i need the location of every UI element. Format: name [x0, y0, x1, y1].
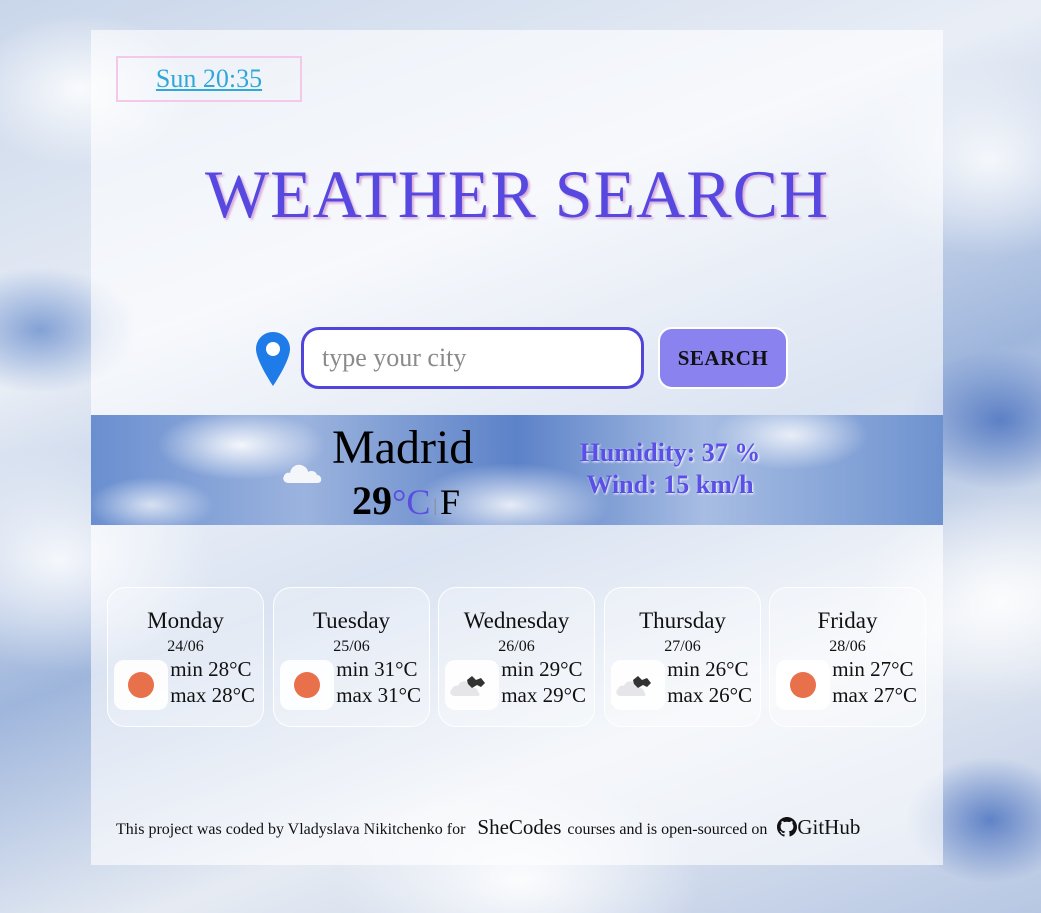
datetime-link[interactable]: Sun 20:35	[156, 64, 262, 94]
broken-clouds-icon	[450, 676, 485, 696]
fahrenheit-link[interactable]: F	[440, 482, 460, 522]
forecast-max: max 26°C	[667, 683, 752, 707]
forecast-icon-box	[280, 660, 334, 710]
city-name: Madrid	[332, 421, 474, 474]
forecast-icon-box	[776, 660, 830, 710]
github-icon	[777, 817, 798, 837]
celsius-link[interactable]: °C	[392, 482, 430, 522]
forecast-max: max 29°C	[501, 683, 586, 707]
sun-icon	[790, 672, 816, 698]
forecast-day-name: Tuesday	[312, 608, 391, 633]
forecast-day: Friday 28/06 min 27°C max 27°C	[769, 587, 926, 727]
forecast-temps: min 27°C max 27°C	[832, 656, 917, 708]
humidity: Humidity: 37 %	[579, 438, 761, 467]
footer: This project was coded by Vladyslava Nik…	[116, 815, 860, 840]
forecast-max: max 31°C	[336, 683, 421, 707]
forecast-icon-box	[611, 660, 665, 710]
github-link[interactable]: GitHub	[777, 815, 860, 839]
forecast-date: 28/06	[829, 638, 866, 655]
forecast-day-name: Wednesday	[463, 608, 570, 633]
forecast-temps: min 29°C max 29°C	[501, 656, 586, 708]
forecast-day: Thursday 27/06 min 26°C max 26°C	[604, 587, 761, 727]
datetime-box: Sun 20:35	[116, 56, 302, 102]
broken-clouds-icon	[616, 676, 651, 696]
forecast-min: min 28°C	[170, 657, 252, 681]
forecast-temps: min 28°C max 28°C	[170, 656, 255, 708]
forecast-date: 27/06	[664, 638, 701, 655]
forecast-day-name: Monday	[147, 608, 224, 633]
location-pin-icon[interactable]	[254, 330, 292, 388]
search-button[interactable]: SEARCH	[658, 327, 788, 389]
current-temperature: 29°C |F	[352, 478, 460, 528]
forecast-icon-box	[114, 660, 168, 710]
forecast-max: max 28°C	[170, 683, 255, 707]
forecast-date: 26/06	[498, 638, 535, 655]
page-title: WEATHER SEARCH	[204, 156, 830, 232]
forecast-date: 25/06	[333, 638, 370, 655]
forecast-icon-box	[445, 660, 499, 710]
forecast-day: Tuesday 25/06 min 31°C max 31°C	[273, 587, 430, 727]
forecast-min: min 27°C	[832, 657, 914, 681]
unit-separator: |	[433, 494, 438, 515]
forecast-day: Wednesday 26/06 min 29°C max 29°C	[438, 587, 595, 727]
forecast-date: 24/06	[167, 638, 204, 655]
temperature-value: 29	[352, 478, 392, 523]
forecast-day-name: Thursday	[639, 608, 726, 633]
footer-text-after: courses and is open-sourced on	[567, 821, 768, 838]
forecast-temps: min 26°C max 26°C	[667, 656, 752, 708]
weather-details: Humidity: 37 % Wind: 15 km/h	[540, 437, 800, 501]
forecast-temps: min 31°C max 31°C	[336, 656, 421, 708]
forecast-min: min 29°C	[501, 657, 583, 681]
sun-icon	[294, 672, 320, 698]
shecodes-link[interactable]: SheCodes	[477, 815, 561, 839]
city-search-input[interactable]	[301, 327, 644, 389]
forecast-min: min 26°C	[667, 657, 749, 681]
forecast-max: max 27°C	[832, 683, 917, 707]
github-link-label: GitHub	[797, 815, 861, 839]
footer-text-before: This project was coded by Vladyslava Nik…	[116, 821, 466, 838]
wind: Wind: 15 km/h	[586, 470, 754, 499]
sun-icon	[128, 672, 154, 698]
forecast-min: min 31°C	[336, 657, 418, 681]
forecast-day: Monday 24/06 min 28°C max 28°C	[107, 587, 264, 727]
current-weather-banner	[91, 415, 943, 525]
cloud-icon	[283, 464, 322, 483]
forecast-day-name: Friday	[817, 608, 878, 633]
